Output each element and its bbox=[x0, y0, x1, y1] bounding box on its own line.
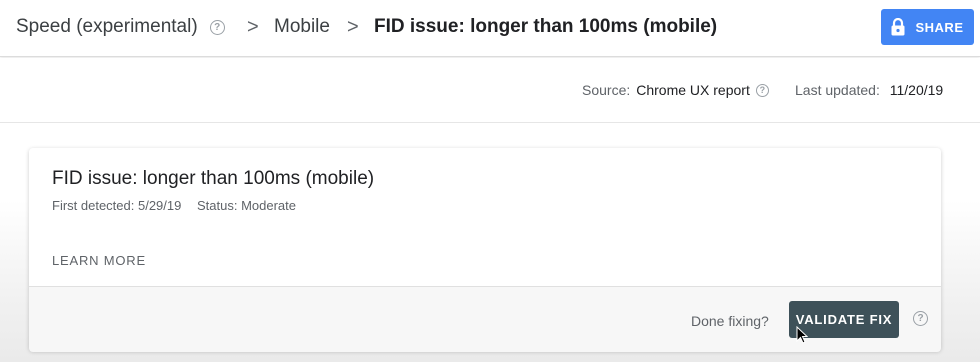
done-fixing-label: Done fixing? bbox=[691, 313, 769, 329]
issue-card: FID issue: longer than 100ms (mobile) Fi… bbox=[29, 148, 941, 352]
breadcrumb-current: FID issue: longer than 100ms (mobile) bbox=[374, 16, 717, 38]
lock-icon bbox=[891, 18, 905, 36]
breadcrumb-speed[interactable]: Speed (experimental) ? bbox=[16, 16, 225, 38]
help-icon[interactable]: ? bbox=[209, 19, 225, 35]
first-detected: First detected: 5/29/19 bbox=[52, 198, 182, 213]
top-bar: Speed (experimental) ? > Mobile > FID is… bbox=[0, 0, 980, 57]
source-value: Chrome UX report bbox=[636, 82, 750, 98]
issue-title: FID issue: longer than 100ms (mobile) bbox=[52, 168, 375, 189]
chevron-right-icon: > bbox=[247, 16, 259, 38]
last-updated: Last updated: 11/20/19 bbox=[795, 82, 943, 98]
help-icon[interactable]: ? bbox=[755, 83, 769, 97]
breadcrumb-speed-label[interactable]: Speed (experimental) bbox=[16, 16, 198, 38]
page-title: FID issue: longer than 100ms (mobile) bbox=[374, 16, 718, 37]
cursor-icon bbox=[796, 325, 809, 349]
source-label: Source: bbox=[582, 82, 631, 98]
share-button-label[interactable]: SHARE bbox=[915, 20, 963, 35]
issue-meta: First detected: 5/29/19 Status: Moderate bbox=[52, 198, 296, 213]
last-updated-value: 11/20/19 bbox=[889, 82, 944, 98]
chevron-right-icon: > bbox=[347, 16, 359, 38]
last-updated-label: Last updated: bbox=[795, 82, 880, 98]
source-info: Source: Chrome UX report ? bbox=[582, 82, 769, 98]
breadcrumb-mobile-label[interactable]: Mobile bbox=[274, 16, 330, 38]
help-icon[interactable]: ? bbox=[913, 311, 928, 326]
issue-status: Status: Moderate bbox=[196, 198, 296, 213]
share-button[interactable]: SHARE bbox=[881, 9, 974, 45]
breadcrumb-mobile[interactable]: Mobile bbox=[274, 16, 330, 38]
info-bar: Source: Chrome UX report ? Last updated:… bbox=[0, 58, 980, 123]
learn-more-link[interactable]: LEARN MORE bbox=[52, 253, 146, 268]
